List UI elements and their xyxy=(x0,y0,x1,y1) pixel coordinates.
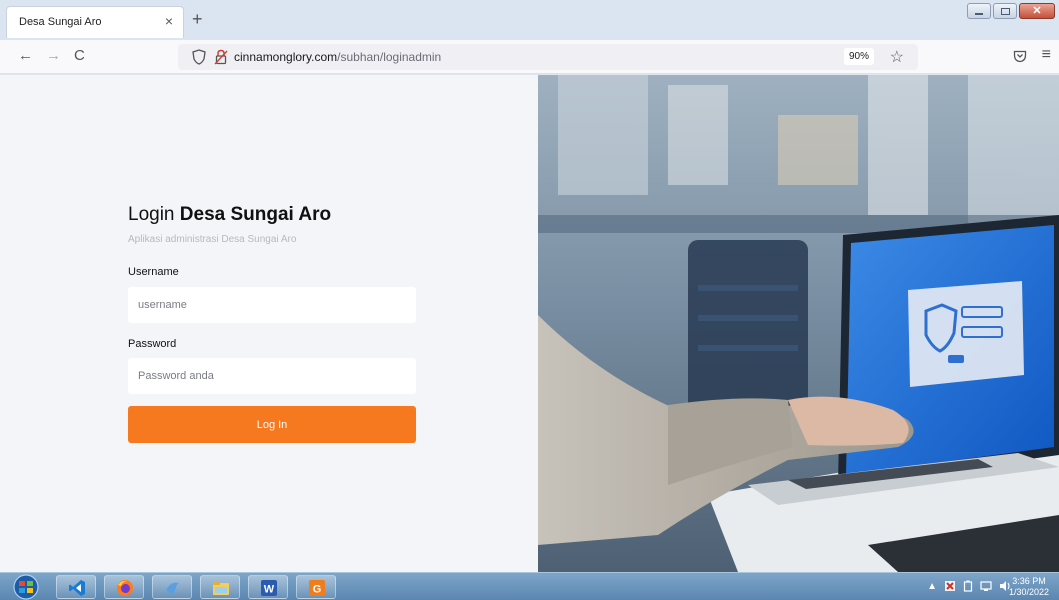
username-input[interactable] xyxy=(128,287,416,323)
username-label: Username xyxy=(128,266,179,278)
battery-icon[interactable] xyxy=(963,580,973,592)
hamburger-menu-icon[interactable]: ≡ xyxy=(1042,46,1051,64)
new-tab-button[interactable]: + xyxy=(192,10,203,28)
svg-text:G: G xyxy=(313,584,322,596)
login-heading: Login Desa Sungai Aro xyxy=(128,204,331,226)
zoom-level[interactable]: 90% xyxy=(843,48,874,65)
firefox-icon xyxy=(117,580,133,596)
tab-title: Desa Sungai Aro xyxy=(19,16,102,28)
clock-date: 1/30/2022 xyxy=(1008,587,1049,597)
window-controls: ✕ xyxy=(967,3,1055,19)
taskbar-word[interactable]: W xyxy=(248,575,288,599)
pocket-icon[interactable] xyxy=(1013,49,1027,63)
taskbar-foxit-pdf[interactable]: G xyxy=(296,575,336,599)
minimize-button[interactable] xyxy=(967,3,991,19)
taskbar-vscode[interactable] xyxy=(56,575,96,599)
tray-expand-icon[interactable]: ▲ xyxy=(927,581,937,592)
windows-start-icon[interactable] xyxy=(9,574,43,600)
word-icon: W xyxy=(261,580,277,596)
taskbar-firefox[interactable] xyxy=(104,575,144,599)
taskbar-file-explorer[interactable] xyxy=(200,575,240,599)
pdf-reader-icon: G xyxy=(309,580,325,596)
login-button[interactable]: Log In xyxy=(128,406,416,443)
url-domain: cinnamonglory.com xyxy=(234,50,338,64)
hero-illustration xyxy=(538,75,1059,572)
tracking-shield-icon[interactable] xyxy=(192,49,206,65)
forward-button[interactable]: → xyxy=(46,48,61,64)
system-tray: ▲ xyxy=(927,580,1011,592)
browser-titlebar: Desa Sungai Aro × + ✕ xyxy=(0,0,1059,40)
vscode-icon xyxy=(69,580,85,596)
login-subtitle: Aplikasi administrasi Desa Sungai Aro xyxy=(128,234,297,245)
url-path: /subhan/loginadmin xyxy=(337,50,442,64)
browser-tab[interactable]: Desa Sungai Aro × xyxy=(6,6,184,38)
login-panel: Login Desa Sungai Aro Aplikasi administr… xyxy=(0,75,538,572)
dolphin-icon xyxy=(166,582,179,595)
address-bar[interactable]: cinnamonglory.com/subhan/loginadmin 90% … xyxy=(178,44,918,70)
password-label: Password xyxy=(128,338,177,350)
insecure-lock-icon[interactable] xyxy=(214,49,228,65)
network-icon[interactable] xyxy=(980,580,992,592)
browser-navbar: ← → C cinnamonglory.com/subhan/loginadmi… xyxy=(0,40,1059,74)
svg-text:W: W xyxy=(264,584,275,596)
url-text: cinnamonglory.com/subhan/loginadmin xyxy=(234,50,441,64)
page-content: Login Desa Sungai Aro Aplikasi administr… xyxy=(0,75,1059,572)
os-taskbar: W G ▲ 3:36 PM 1/30/2022 xyxy=(0,572,1059,600)
taskbar-clock[interactable]: 3:36 PM 1/30/2022 xyxy=(1009,576,1049,598)
reload-button[interactable]: C xyxy=(74,48,85,64)
close-window-button[interactable]: ✕ xyxy=(1019,3,1055,19)
password-input[interactable] xyxy=(128,358,416,394)
action-center-flag-icon[interactable] xyxy=(944,580,956,592)
hero-photo xyxy=(538,75,1059,572)
login-heading-prefix: Login xyxy=(128,204,175,225)
maximize-button[interactable] xyxy=(993,3,1017,19)
bookmark-star-icon[interactable]: ☆ xyxy=(890,47,904,67)
login-heading-name: Desa Sungai Aro xyxy=(179,204,332,225)
tab-close-icon[interactable]: × xyxy=(165,13,173,29)
clock-time: 3:36 PM xyxy=(1012,576,1046,586)
taskbar-dolphin[interactable] xyxy=(152,575,192,599)
back-button[interactable]: ← xyxy=(18,48,33,64)
folder-icon xyxy=(213,582,229,595)
